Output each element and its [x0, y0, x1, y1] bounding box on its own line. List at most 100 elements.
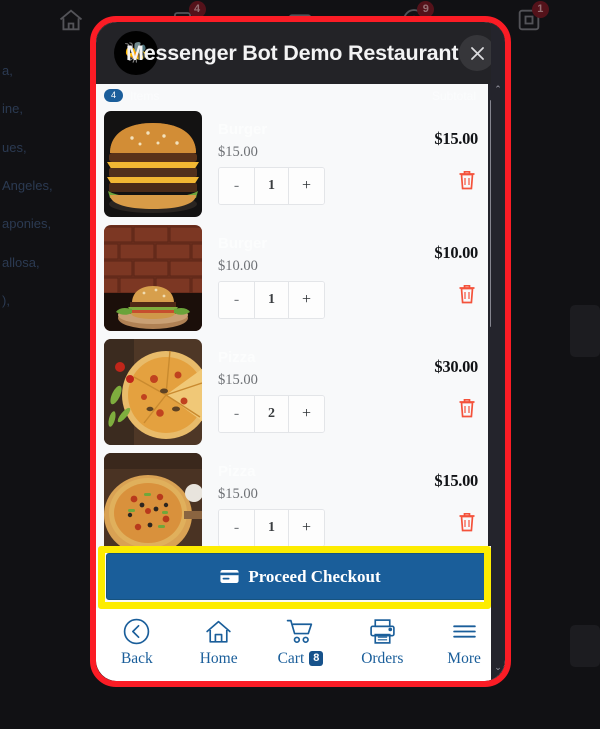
cart-item-unit-price: $15.00 — [218, 372, 258, 388]
quantity-stepper: - 1 + — [218, 167, 325, 205]
quantity-value[interactable]: 1 — [254, 510, 289, 546]
decrease-quantity-button[interactable]: - — [219, 282, 254, 318]
background-feed-line: ine, — [2, 101, 23, 117]
cart-item-total: $15.00 — [434, 129, 478, 148]
increase-quantity-button[interactable]: + — [289, 168, 324, 204]
background-nav-home[interactable] — [54, 5, 88, 35]
background-nav-groups-badge: 9 — [417, 1, 435, 18]
decrease-quantity-button[interactable]: - — [219, 510, 254, 546]
cart-subtotal-label: Subtotal — [431, 88, 476, 103]
trash-icon — [459, 284, 475, 304]
quantity-value[interactable]: 2 — [254, 396, 289, 432]
background-nav-notifications-badge: 1 — [531, 1, 549, 18]
proceed-checkout-button[interactable]: Proceed Checkout — [106, 553, 495, 600]
background-feed-line: allosa, — [2, 254, 40, 270]
increase-quantity-button[interactable]: + — [289, 510, 324, 546]
trash-icon — [459, 512, 475, 532]
quantity-stepper: - 1 + — [218, 509, 325, 546]
sliced-pizza-photo — [104, 339, 202, 445]
cart-count-badge: 4 — [104, 89, 124, 102]
page-title: Messenger Bot Demo Restaurant — [126, 40, 459, 65]
nav-item-orders[interactable]: Orders — [347, 617, 417, 667]
nav-item-home[interactable]: Home — [184, 617, 254, 667]
nav-label-orders: Orders — [361, 650, 404, 667]
credit-card-icon — [220, 570, 239, 583]
nav-label-back: Back — [120, 650, 153, 667]
increase-quantity-button[interactable]: + — [289, 396, 324, 432]
cart-list: 4 Items Subtotal Burger $15.00 - 1 + $15… — [96, 84, 488, 546]
background-nav-video-badge: 4 — [188, 1, 206, 18]
background-feed-line: a, — [2, 63, 13, 78]
cart-item-details: Pizza $15.00 - 1 + — [202, 453, 394, 546]
cart-item-details: Burger $10.00 - 1 + — [202, 225, 394, 331]
trash-icon — [459, 398, 475, 418]
cart-item-row: Burger $15.00 - 1 + $15.00 — [96, 107, 488, 221]
home-icon — [206, 620, 231, 643]
quantity-stepper: - 2 + — [218, 395, 325, 433]
nav-label-cart: Cart 8 — [278, 651, 324, 667]
cart-item-unit-price: $10.00 — [218, 258, 258, 274]
cart-item-total: $15.00 — [434, 471, 478, 490]
background-right-thumbnail — [570, 305, 600, 357]
background-feed-text: a, ine, ues, Angeles, aponies, allosa, )… — [0, 52, 110, 320]
decrease-quantity-button[interactable]: - — [219, 396, 254, 432]
cart-item-row: Burger $10.00 - 1 + $10.00 — [96, 221, 488, 335]
proceed-checkout-label: Proceed Checkout — [248, 566, 381, 586]
background-feed-line: ues, — [2, 139, 27, 155]
cart-item-name: Burger — [218, 121, 268, 138]
cart-item-unit-price: $15.00 — [218, 144, 258, 160]
cart-item-right: $10.00 — [394, 225, 478, 331]
close-button[interactable] — [459, 35, 495, 71]
delete-item-button[interactable] — [457, 169, 477, 191]
cart-item-details: Pizza $15.00 - 2 + — [202, 339, 394, 445]
quantity-stepper: - 1 + — [218, 281, 325, 319]
brick-wall-burger-photo — [104, 225, 202, 331]
plugin-header: 🐝 Messenger Bot Demo Restaurant — [96, 22, 505, 84]
trash-icon — [459, 170, 475, 190]
plugin-window-scrollbar[interactable]: ⌃ ⌄ — [491, 22, 505, 681]
scroll-up-arrow-icon[interactable]: ⌃ — [491, 82, 505, 96]
nav-item-cart[interactable]: Cart 8 — [265, 617, 335, 667]
cart-item-unit-price: $15.00 — [218, 486, 258, 502]
cart-item-name: Pizza — [218, 349, 256, 366]
decrease-quantity-button[interactable]: - — [219, 168, 254, 204]
delete-item-button[interactable] — [457, 283, 477, 305]
background-feed-line: aponies, — [2, 216, 52, 232]
cart-items-label: Items — [130, 88, 160, 103]
back-circle-icon — [124, 618, 150, 645]
cart-item-name: Burger — [218, 235, 268, 252]
cart-item-row: Pizza $15.00 - 1 + $15.00 — [96, 449, 488, 546]
bottom-navigation-bar: Back Home Cart 8 Orders More — [96, 608, 505, 681]
cart-badge: 8 — [309, 651, 324, 667]
plugin-body: 4 Items Subtotal Burger $15.00 - 1 + $15… — [96, 84, 505, 546]
delete-item-button[interactable] — [457, 511, 477, 533]
nav-label-more: More — [447, 650, 481, 667]
background-feed-line: ), — [2, 293, 10, 309]
increase-quantity-button[interactable]: + — [289, 282, 324, 318]
printer-icon — [370, 619, 395, 644]
checkout-section: Proceed Checkout — [96, 546, 505, 609]
nav-item-back[interactable]: Back — [102, 617, 172, 667]
background-feed-line: Angeles, — [2, 178, 53, 194]
cart-item-right: $30.00 — [394, 339, 478, 445]
scroll-down-arrow-icon[interactable]: ⌄ — [491, 660, 505, 674]
cart-summary-bar: 4 Items Subtotal — [96, 84, 488, 107]
quantity-value[interactable]: 1 — [254, 168, 289, 204]
bee-icon: 🐝 — [123, 42, 149, 64]
background-right-thumbnail — [570, 625, 600, 667]
cart-item-details: Burger $15.00 - 1 + — [202, 111, 394, 217]
delete-item-button[interactable] — [457, 397, 477, 419]
quantity-value[interactable]: 1 — [254, 282, 289, 318]
background-nav-notifications[interactable]: 1 — [512, 1, 549, 35]
cart-item-right: $15.00 — [394, 111, 478, 217]
cart-item-total: $30.00 — [434, 357, 478, 376]
hamburger-menu-icon — [452, 625, 476, 638]
nav-item-more[interactable]: More — [429, 617, 499, 667]
cart-item-name: Pizza — [218, 463, 256, 480]
veggie-pizza-photo — [104, 453, 202, 546]
cart-item-right: $15.00 — [394, 453, 478, 546]
triple-cheeseburger-photo — [104, 111, 202, 217]
cart-item-row: Pizza $15.00 - 2 + $30.00 — [96, 335, 488, 449]
messenger-chat-plugin-window: 🐝 Messenger Bot Demo Restaurant 4 Items … — [96, 22, 505, 681]
shopping-cart-icon — [286, 619, 313, 643]
